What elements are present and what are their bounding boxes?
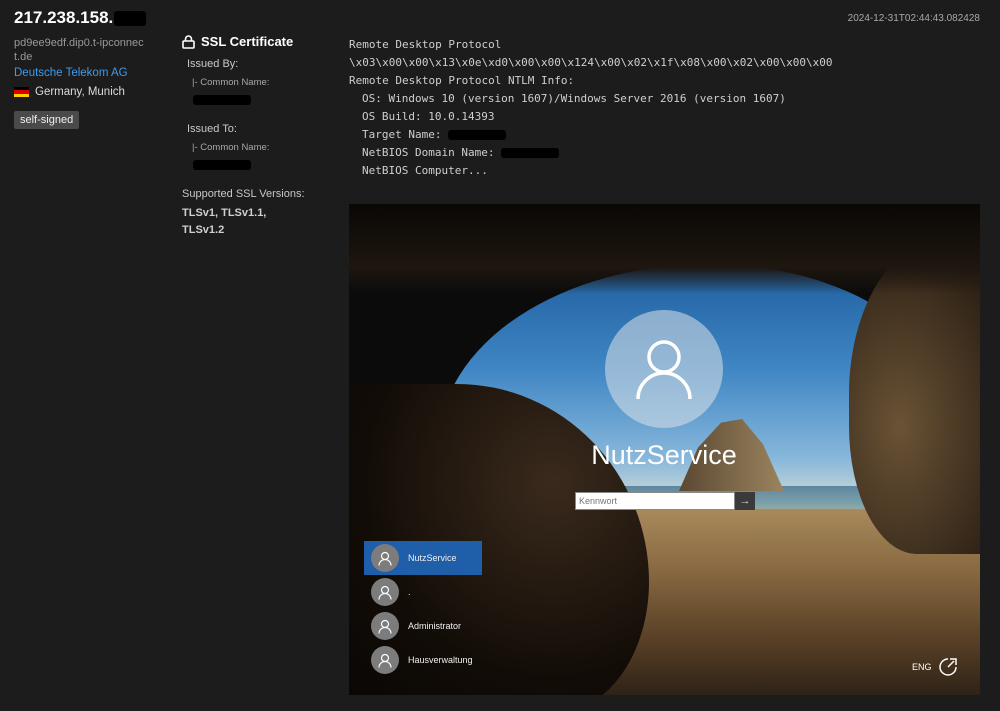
location-text: Germany, Munich: [35, 86, 125, 98]
login-username: NutzService: [591, 440, 737, 470]
rdp-netbios-domain: NetBIOS Domain Name:: [349, 144, 832, 162]
location: Germany, Munich: [14, 86, 164, 98]
issued-by-redaction: [193, 95, 251, 105]
ip-address: 217.238.158.: [14, 8, 164, 28]
self-signed-tag[interactable]: self-signed: [14, 111, 80, 129]
password-input[interactable]: [575, 492, 735, 510]
ssl-title-text: SSL Certificate: [201, 34, 294, 49]
rdp-target-name: Target Name:: [349, 126, 832, 144]
issued-by-label: Issued By:: [187, 58, 239, 70]
issued-to-redaction: [193, 160, 251, 170]
language-indicator[interactable]: ENG: [912, 662, 932, 672]
rdp-login-screenshot[interactable]: NutzService → NutzService . Administrato…: [349, 204, 980, 695]
organization-link[interactable]: Deutsche Telekom AG: [14, 67, 164, 79]
germany-flag-icon: [14, 87, 29, 97]
user-icon: [371, 578, 399, 606]
ssl-versions: TLSv1, TLSv1.1, TLSv1.2: [182, 207, 267, 236]
issued-by-common-name-label: |- Common Name:: [192, 77, 270, 88]
target-name-redaction: [448, 130, 507, 140]
user-icon: [371, 646, 399, 674]
ip-address-text: 217.238.158.: [14, 8, 114, 27]
hostname: pd9ee9edf.dip0.t-ipconnect.de: [14, 37, 144, 63]
lock-icon: [182, 34, 195, 49]
password-field-group: →: [575, 492, 755, 510]
rdp-target-name-label: Target Name:: [362, 128, 442, 141]
user-item-label: Hausverwaltung: [408, 655, 473, 665]
rdp-netbios-computer: NetBIOS Computer...: [362, 164, 488, 177]
ssl-title: SSL Certificate: [182, 34, 332, 49]
rdp-protocol-label: Remote Desktop Protocol: [349, 38, 502, 51]
user-item[interactable]: .: [364, 575, 482, 609]
submit-arrow-button[interactable]: →: [735, 492, 755, 510]
netbios-domain-redaction: [501, 148, 560, 158]
ease-of-access-icon[interactable]: [938, 657, 958, 677]
rdp-protocol-bytes: \x03\x00\x00\x13\x0e\xd0\x00\x00\x124\x0…: [349, 56, 833, 69]
rdp-ntlm-label: Remote Desktop Protocol NTLM Info:: [349, 74, 575, 87]
redaction-bar: [114, 10, 147, 26]
rdp-banner: Remote Desktop Protocol \x03\x00\x00\x13\…: [349, 36, 832, 180]
rdp-os-build: OS Build: 10.0.14393: [362, 110, 495, 123]
rdp-netbios-domain-label: NetBIOS Domain Name:: [362, 146, 495, 159]
issued-to-label: Issued To:: [187, 123, 237, 135]
user-item[interactable]: NutzService: [364, 541, 482, 575]
scan-timestamp: 2024-12-31T02:44:43.082428: [847, 13, 980, 24]
user-icon: [371, 612, 399, 640]
user-icon: [371, 544, 399, 572]
user-list: NutzService . Administrator Hausverwaltu…: [364, 541, 482, 677]
user-item-label: .: [408, 587, 411, 597]
user-avatar-icon: [605, 310, 723, 428]
user-item-label: NutzService: [408, 553, 457, 563]
user-item[interactable]: Hausverwaltung: [364, 643, 482, 677]
issued-to-common-name-label: |- Common Name:: [192, 142, 270, 153]
user-item[interactable]: Administrator: [364, 609, 482, 643]
host-info: 217.238.158. pd9ee9edf.dip0.t-ipconnect.…: [14, 8, 164, 129]
supported-ssl-label: Supported SSL Versions:: [182, 188, 305, 200]
user-item-label: Administrator: [408, 621, 462, 631]
ssl-certificate-panel: SSL Certificate Issued By: |- Common Nam…: [182, 34, 332, 239]
rdp-os: OS: Windows 10 (version 1607)/Windows Se…: [362, 92, 786, 105]
